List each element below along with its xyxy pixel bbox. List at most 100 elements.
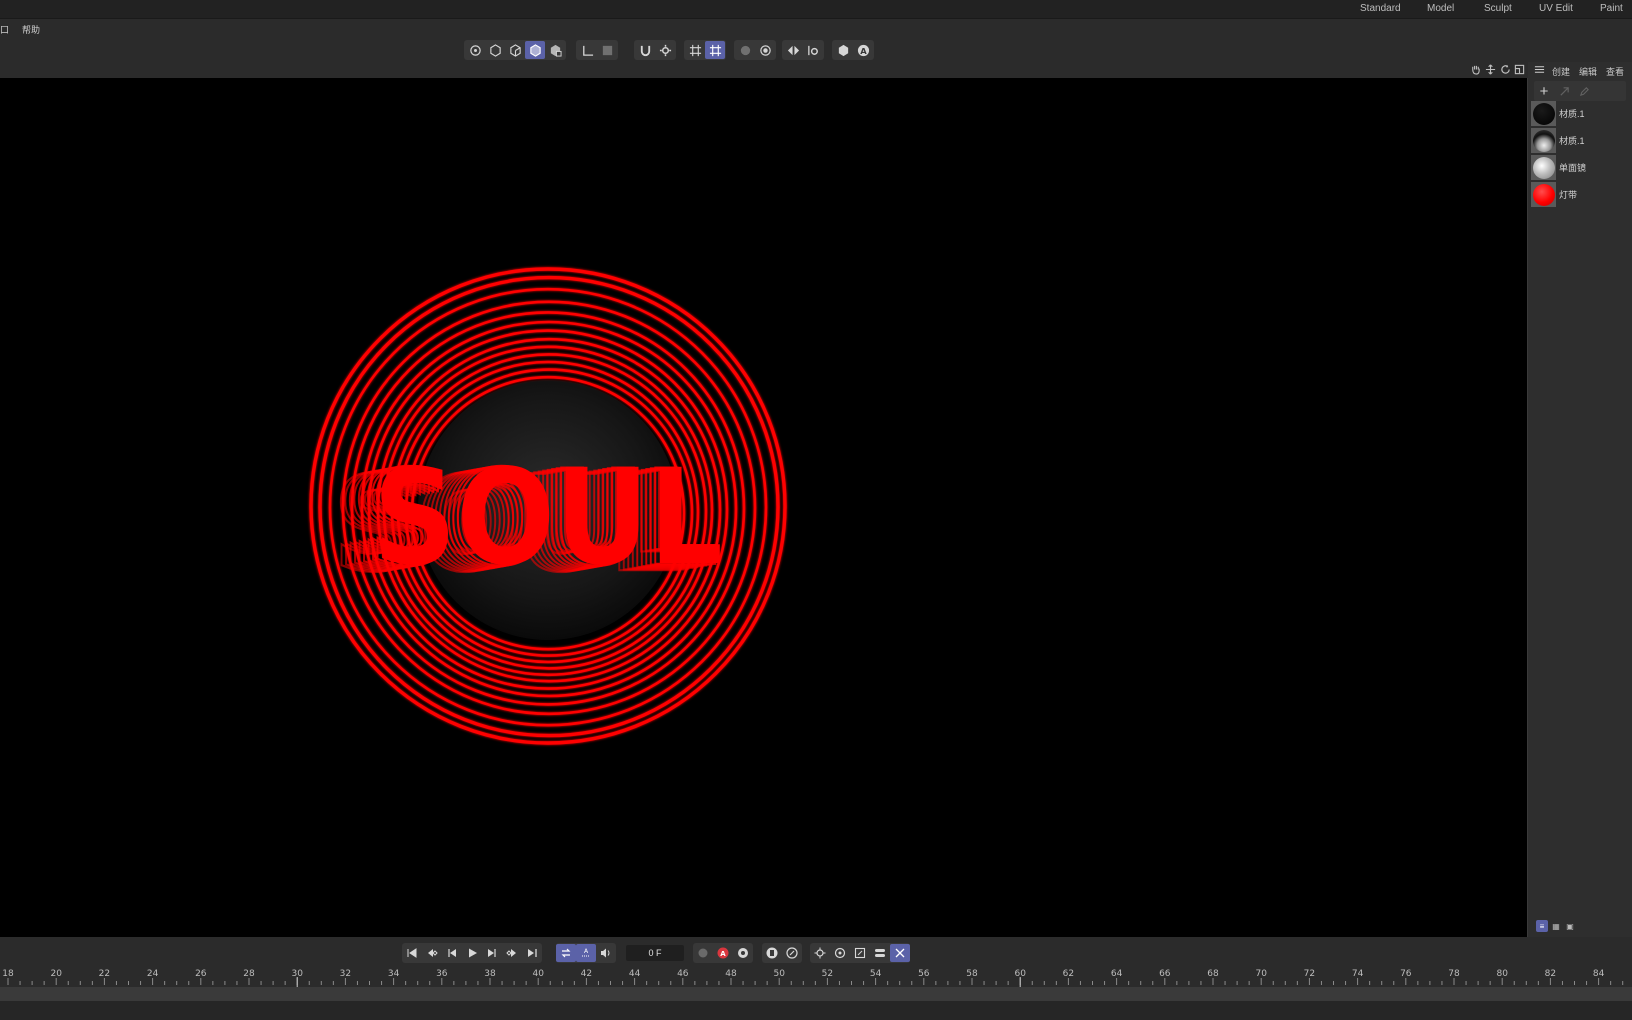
scale-track-icon[interactable] — [850, 944, 870, 962]
arrow-icon[interactable] — [1554, 82, 1574, 100]
layout-tab-uv-edit[interactable]: UV Edit — [1539, 3, 1573, 14]
prev-frame-icon[interactable] — [442, 944, 462, 962]
soul-3d-text: SOULSOULSOULSOULSOULSOULSOULSOULSOULSOUL — [331, 441, 723, 604]
timeline-track[interactable] — [0, 987, 1632, 1001]
frame-tick-label: 74 — [1352, 969, 1364, 979]
add-material-icon[interactable]: + — [1534, 82, 1554, 100]
frame-tick-label: 76 — [1400, 969, 1412, 979]
key-settings-icon[interactable] — [733, 944, 753, 962]
frame-tick-label: 28 — [243, 969, 255, 979]
loop-group: A — [556, 943, 616, 963]
symmetry-group — [782, 40, 824, 60]
edit-material-icon[interactable] — [1574, 82, 1594, 100]
frame-tick-label: 18 — [2, 969, 14, 979]
next-key-icon[interactable] — [502, 944, 522, 962]
mat-menu-edit[interactable]: 编辑 — [1579, 65, 1597, 78]
record-icon[interactable] — [693, 944, 713, 962]
render-view-icon[interactable] — [755, 41, 775, 59]
axis-icon[interactable] — [577, 41, 597, 59]
frame-tick-label: 20 — [50, 969, 62, 979]
material-ball-icon — [1532, 102, 1555, 125]
loop-icon[interactable] — [556, 944, 576, 962]
sound-icon[interactable] — [596, 944, 616, 962]
frame-tick-label: 72 — [1304, 969, 1315, 979]
grid-view-icon[interactable]: ▦ — [1550, 920, 1562, 932]
render-region-icon[interactable] — [735, 41, 755, 59]
key-group — [762, 943, 802, 963]
material-item[interactable]: 单面镜 — [1531, 154, 1631, 181]
menu-window[interactable]: 窗口 — [0, 23, 9, 36]
solo-icon[interactable] — [597, 41, 617, 59]
menu-bar: 窗口 帮助 — [0, 19, 1632, 38]
frame-tick-label: 80 — [1496, 969, 1508, 979]
menu-hamburger-icon[interactable] — [1534, 64, 1545, 75]
frame-tick-label: 34 — [388, 969, 400, 979]
3d-viewport[interactable]: SOUL SOUL SOUL SOUL SOUL SOUL SOUL SOUL SOUL SOUL — [0, 78, 1528, 937]
mat-menu-create[interactable]: 创建 — [1552, 65, 1570, 78]
layout-tab-sculpt[interactable]: Sculpt — [1484, 3, 1512, 14]
autokey-icon[interactable]: A — [713, 944, 733, 962]
go-to-start-icon[interactable] — [402, 944, 422, 962]
rotate-view-icon[interactable] — [1500, 64, 1511, 75]
frame-tick-label: 46 — [677, 969, 689, 979]
material-name: 灯带 — [1559, 190, 1578, 200]
material-item[interactable]: 材质.1 — [1531, 100, 1631, 127]
model-mode-icon[interactable] — [465, 41, 485, 59]
point-mode-icon[interactable] — [485, 41, 505, 59]
layout-tab-paint[interactable]: Paint — [1600, 3, 1623, 14]
material-ball-icon — [1532, 183, 1555, 206]
motion-icon[interactable] — [782, 944, 802, 962]
lock-icon[interactable] — [833, 41, 853, 59]
timeline-ruler[interactable]: 18 20 22 24 26 28 30 32 34 36 38 40 42 44 46 48 50 52 54 56… — [0, 963, 1632, 987]
snap-settings-icon[interactable] — [655, 41, 675, 59]
prev-key-icon[interactable] — [422, 944, 442, 962]
frame-tick-label: 56 — [918, 969, 930, 979]
playback-rate-icon[interactable]: A — [576, 944, 596, 962]
frame-tick-label: 84 — [1593, 969, 1605, 979]
frame-tick-label: 82 — [1545, 969, 1556, 979]
workplane-group — [684, 40, 726, 60]
maximize-view-icon[interactable] — [1514, 64, 1525, 75]
frame-tick-label: 26 — [195, 969, 207, 979]
material-ball-icon — [1532, 156, 1555, 179]
current-frame-field[interactable]: 0 F — [626, 945, 684, 961]
magnet-snap-icon[interactable] — [635, 41, 655, 59]
uv-mode-icon[interactable] — [545, 41, 565, 59]
keyframe-icon[interactable] — [762, 944, 782, 962]
play-icon[interactable] — [462, 944, 482, 962]
go-to-end-icon[interactable] — [522, 944, 542, 962]
grid-snap-icon[interactable] — [705, 41, 725, 59]
next-frame-icon[interactable] — [482, 944, 502, 962]
material-item[interactable]: 材质.1 — [1531, 127, 1631, 154]
frame-tick-label: 58 — [966, 969, 978, 979]
point-level-icon[interactable] — [890, 944, 910, 962]
auto-icon[interactable]: A — [853, 41, 873, 59]
mat-menu-view[interactable]: 查看 — [1606, 65, 1624, 78]
rotation-track-icon[interactable] — [830, 944, 850, 962]
pan-icon[interactable] — [1470, 64, 1481, 75]
material-thumbnail — [1531, 128, 1556, 153]
material-ball-icon — [1532, 129, 1555, 152]
layout-tab-standard[interactable]: Standard — [1360, 3, 1401, 14]
main-toolbar: A — [0, 38, 1632, 62]
material-tools: + — [1534, 81, 1626, 101]
layout-tab-model[interactable]: Model — [1427, 3, 1454, 14]
frame-tick-label: 52 — [822, 969, 833, 979]
position-track-icon[interactable] — [810, 944, 830, 962]
record-group: A — [693, 943, 753, 963]
symmetry-icon[interactable] — [783, 41, 803, 59]
polygon-mode-icon[interactable] — [525, 41, 545, 59]
symmetry-settings-icon[interactable] — [803, 41, 823, 59]
transport-group — [402, 943, 542, 963]
material-name: 材质.1 — [1559, 109, 1585, 119]
material-thumbnail — [1531, 155, 1556, 180]
material-item[interactable]: 灯带 — [1531, 181, 1631, 208]
list-view-icon[interactable]: ≡ — [1536, 920, 1548, 932]
edge-mode-icon[interactable] — [505, 41, 525, 59]
menu-help[interactable]: 帮助 — [22, 23, 40, 36]
move-view-icon[interactable] — [1485, 64, 1496, 75]
tile-view-icon[interactable]: ▣ — [1564, 920, 1576, 932]
frame-tick-label: 44 — [629, 969, 641, 979]
workplane-icon[interactable] — [685, 41, 705, 59]
parameter-track-icon[interactable] — [870, 944, 890, 962]
